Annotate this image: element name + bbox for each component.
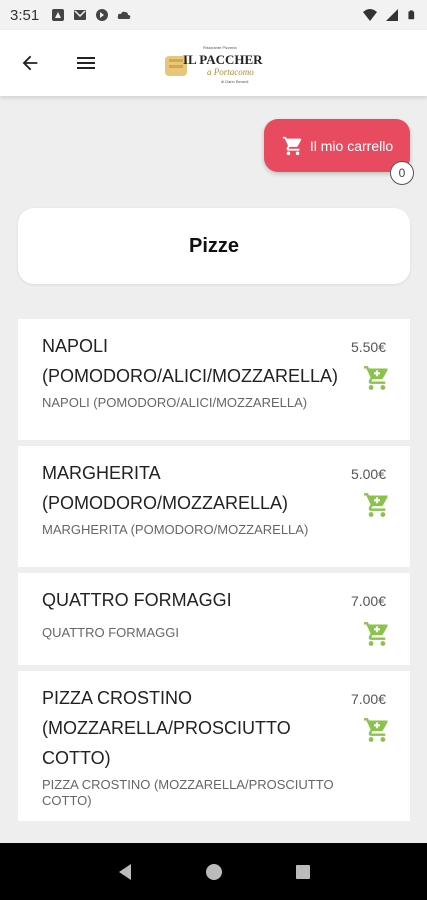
sync-icon: [96, 9, 109, 21]
nav-home-icon[interactable]: [204, 862, 224, 882]
drive-icon: [52, 9, 65, 21]
add-to-cart-icon[interactable]: [362, 717, 392, 743]
product-description: PIZZA CROSTINO (MOZZARELLA/PROSCIUTTO CO…: [42, 777, 334, 808]
product-price: 5.50€: [350, 339, 386, 355]
wifi-icon: [363, 9, 377, 21]
category-title: Pizze: [188, 234, 240, 257]
product-item[interactable]: QUATTRO FORMAGGI QUATTRO FORMAGGI 7.00€: [18, 573, 410, 665]
restaurant-logo: Ristorante Pizzeria IL PACCHERO a Portac…: [163, 42, 273, 86]
logo-small-text: di Dario Benedi: [221, 79, 248, 84]
arrow-back-icon: [22, 55, 38, 71]
product-price: 5.00€: [350, 466, 386, 482]
hamburger-icon: [77, 57, 95, 69]
cart-button[interactable]: Il mio carrello: [264, 119, 410, 172]
logo-top-text: Ristorante Pizzeria: [203, 45, 237, 50]
cart-count-badge: 0: [390, 161, 414, 185]
nav-recents-icon[interactable]: [293, 862, 313, 882]
product-name: PIZZA CROSTINO (MOZZARELLA/PROSCIUTTO CO…: [42, 688, 291, 768]
status-bar: 3:51: [0, 0, 427, 30]
app-bar: Ristorante Pizzeria IL PACCHERO a Portac…: [0, 30, 427, 96]
battery-icon: [408, 10, 415, 20]
product-name: MARGHERITA (POMODORO/MOZZARELLA): [42, 463, 289, 513]
cart-label: Il mio carrello: [309, 137, 394, 154]
cart-icon: [282, 136, 302, 155]
status-time: 3:51: [10, 6, 40, 24]
signal-icon: [386, 9, 398, 21]
product-name: NAPOLI (POMODORO/ALICI/MOZZARELLA): [42, 336, 339, 386]
add-to-cart-icon[interactable]: [362, 492, 392, 518]
logo-subtitle-text: a Portacomo: [207, 67, 254, 77]
product-description: NAPOLI (POMODORO/ALICI/MOZZARELLA): [42, 395, 308, 410]
add-to-cart-icon[interactable]: [362, 621, 392, 647]
cloud-icon: [117, 11, 131, 19]
product-item[interactable]: PIZZA CROSTINO (MOZZARELLA/PROSCIUTTO CO…: [18, 671, 410, 821]
nav-back-icon[interactable]: [115, 862, 135, 882]
gmail-icon: [74, 10, 87, 20]
product-price: 7.00€: [350, 593, 386, 609]
product-item[interactable]: NAPOLI (POMODORO/ALICI/MOZZARELLA) NAPOL…: [18, 319, 410, 440]
product-description: MARGHERITA (POMODORO/MOZZARELLA): [42, 522, 309, 537]
category-header[interactable]: Pizze: [18, 208, 410, 284]
system-nav-bar: [0, 843, 427, 900]
product-list: NAPOLI (POMODORO/ALICI/MOZZARELLA) NAPOL…: [18, 319, 410, 827]
menu-button[interactable]: [72, 49, 100, 77]
add-to-cart-icon[interactable]: [362, 365, 392, 391]
product-price: 7.00€: [350, 691, 386, 707]
product-item[interactable]: MARGHERITA (POMODORO/MOZZARELLA) MARGHER…: [18, 446, 410, 567]
logo-title-text: IL PACCHERO: [183, 52, 263, 67]
product-description: QUATTRO FORMAGGI: [42, 625, 179, 640]
product-name: QUATTRO FORMAGGI: [42, 590, 232, 610]
back-button[interactable]: [16, 49, 44, 77]
